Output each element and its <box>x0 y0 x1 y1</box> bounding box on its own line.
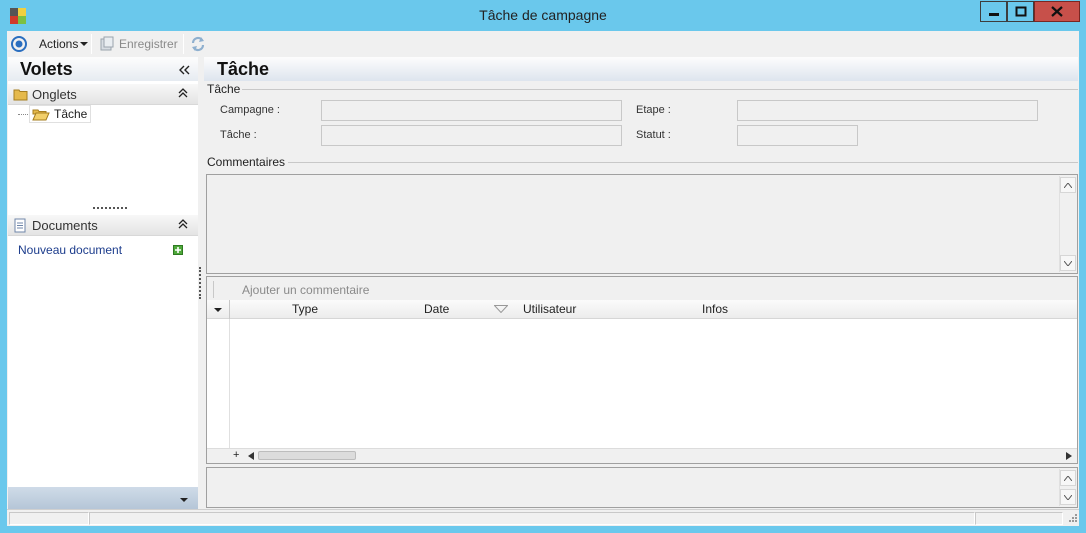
task-group-label: Tâche <box>207 82 241 96</box>
scroll-right-icon[interactable] <box>1066 452 1072 460</box>
panel-splitter[interactable] <box>199 267 201 299</box>
minimize-icon <box>988 12 999 16</box>
resize-grip-icon[interactable] <box>1067 514 1077 524</box>
main-header: Tâche <box>204 57 1078 81</box>
panel-bottom-bar <box>8 487 198 511</box>
comments-grid: Ajouter un commentaire Type Date Utilisa… <box>206 276 1078 464</box>
tache-field[interactable] <box>321 125 622 146</box>
grid-header: Type Date Utilisateur Infos <box>207 300 1077 319</box>
add-comment-button[interactable]: Ajouter un commentaire <box>242 283 369 297</box>
statut-field[interactable] <box>737 125 858 146</box>
folder-icon <box>13 89 28 101</box>
grid-toolbar: Ajouter un commentaire <box>207 277 1077 300</box>
client-area: Actions Enregistrer Volets Onglets Tâche… <box>7 31 1079 526</box>
statut-label: Statut : <box>636 129 671 141</box>
column-header-type[interactable]: Type <box>292 302 318 316</box>
save-icon <box>100 36 114 51</box>
panel-title: Volets <box>20 59 73 79</box>
toolbar-separator <box>213 281 214 298</box>
status-bar <box>7 509 1079 526</box>
save-button[interactable]: Enregistrer <box>99 35 178 53</box>
toolbar-separator <box>183 34 184 54</box>
dropdown-icon[interactable] <box>214 307 222 313</box>
onglets-section-header[interactable]: Onglets <box>8 84 198 105</box>
comment-detail-area[interactable] <box>206 467 1078 508</box>
comment-text-area[interactable] <box>206 174 1078 274</box>
detail-scrollbar[interactable] <box>1059 469 1076 506</box>
scroll-up-icon[interactable] <box>1060 177 1076 193</box>
status-cell <box>9 512 89 525</box>
column-header-utilisateur[interactable]: Utilisateur <box>523 302 576 316</box>
status-cell <box>89 512 975 525</box>
comments-group-label: Commentaires <box>207 155 286 169</box>
save-label: Enregistrer <box>119 37 178 51</box>
column-header-infos[interactable]: Infos <box>702 302 728 316</box>
etape-label: Etape : <box>636 104 671 116</box>
campagne-label: Campagne : <box>220 104 280 116</box>
collapse-left-icon[interactable] <box>178 65 190 75</box>
comment-scrollbar[interactable] <box>1059 176 1076 272</box>
collapse-up-icon[interactable] <box>178 87 188 99</box>
filter-icon[interactable] <box>494 305 508 313</box>
campagne-field[interactable] <box>321 100 622 121</box>
group-divider <box>242 89 1078 90</box>
refresh-icon[interactable] <box>190 35 206 53</box>
etape-field[interactable] <box>737 100 1038 121</box>
toolbar: Actions Enregistrer <box>7 31 1079 57</box>
maximize-button[interactable] <box>1007 1 1034 22</box>
scroll-down-icon[interactable] <box>1060 489 1076 505</box>
toolbar-separator <box>91 34 92 54</box>
tree-item-tache[interactable]: Tâche <box>29 105 92 123</box>
grid-divider <box>229 319 230 449</box>
actions-circle-icon[interactable] <box>10 35 28 53</box>
documents-section-header[interactable]: Documents <box>8 215 198 236</box>
status-cell <box>975 512 1063 525</box>
grid-horizontal-scrollbar[interactable]: + <box>207 448 1077 463</box>
left-panel: Volets Onglets Tâche Documents Nouveau d… <box>8 57 198 511</box>
folder-open-icon <box>32 109 50 120</box>
add-icon[interactable]: + <box>233 449 239 461</box>
tache-label: Tâche : <box>220 129 257 141</box>
scroll-up-icon[interactable] <box>1060 470 1076 486</box>
column-header-date[interactable]: Date <box>424 302 449 316</box>
documents-label: Documents <box>32 218 98 233</box>
minimize-button[interactable] <box>980 1 1007 22</box>
close-icon <box>1051 6 1063 17</box>
close-button[interactable] <box>1034 1 1080 22</box>
panel-header: Volets <box>8 57 198 81</box>
group-divider <box>288 162 1078 163</box>
onglets-label: Onglets <box>32 87 77 102</box>
actions-label: Actions <box>39 37 79 51</box>
dropdown-icon[interactable] <box>180 497 188 503</box>
tree-item-label: Tâche <box>54 107 88 121</box>
scroll-down-icon[interactable] <box>1060 255 1076 271</box>
maximize-icon <box>1015 6 1026 17</box>
new-document-link[interactable]: Nouveau document <box>18 243 122 257</box>
application-window: Tâche de campagne Actions Enregistrer Vo… <box>0 0 1086 533</box>
dropdown-icon <box>80 42 89 46</box>
collapse-up-icon[interactable] <box>178 218 188 230</box>
main-area: Tâche Tâche Campagne : Etape : Tâche : S… <box>204 57 1078 511</box>
title-bar[interactable]: Tâche de campagne <box>0 0 1086 31</box>
page-title: Tâche <box>217 59 270 79</box>
grid-divider <box>229 300 230 319</box>
document-icon <box>14 218 26 233</box>
scroll-left-icon[interactable] <box>248 452 254 460</box>
add-icon[interactable] <box>173 245 183 255</box>
window-title: Tâche de campagne <box>479 7 607 23</box>
splitter-grip[interactable] <box>93 207 127 210</box>
actions-menu[interactable]: Actions <box>39 35 89 53</box>
scroll-thumb[interactable] <box>258 451 356 460</box>
